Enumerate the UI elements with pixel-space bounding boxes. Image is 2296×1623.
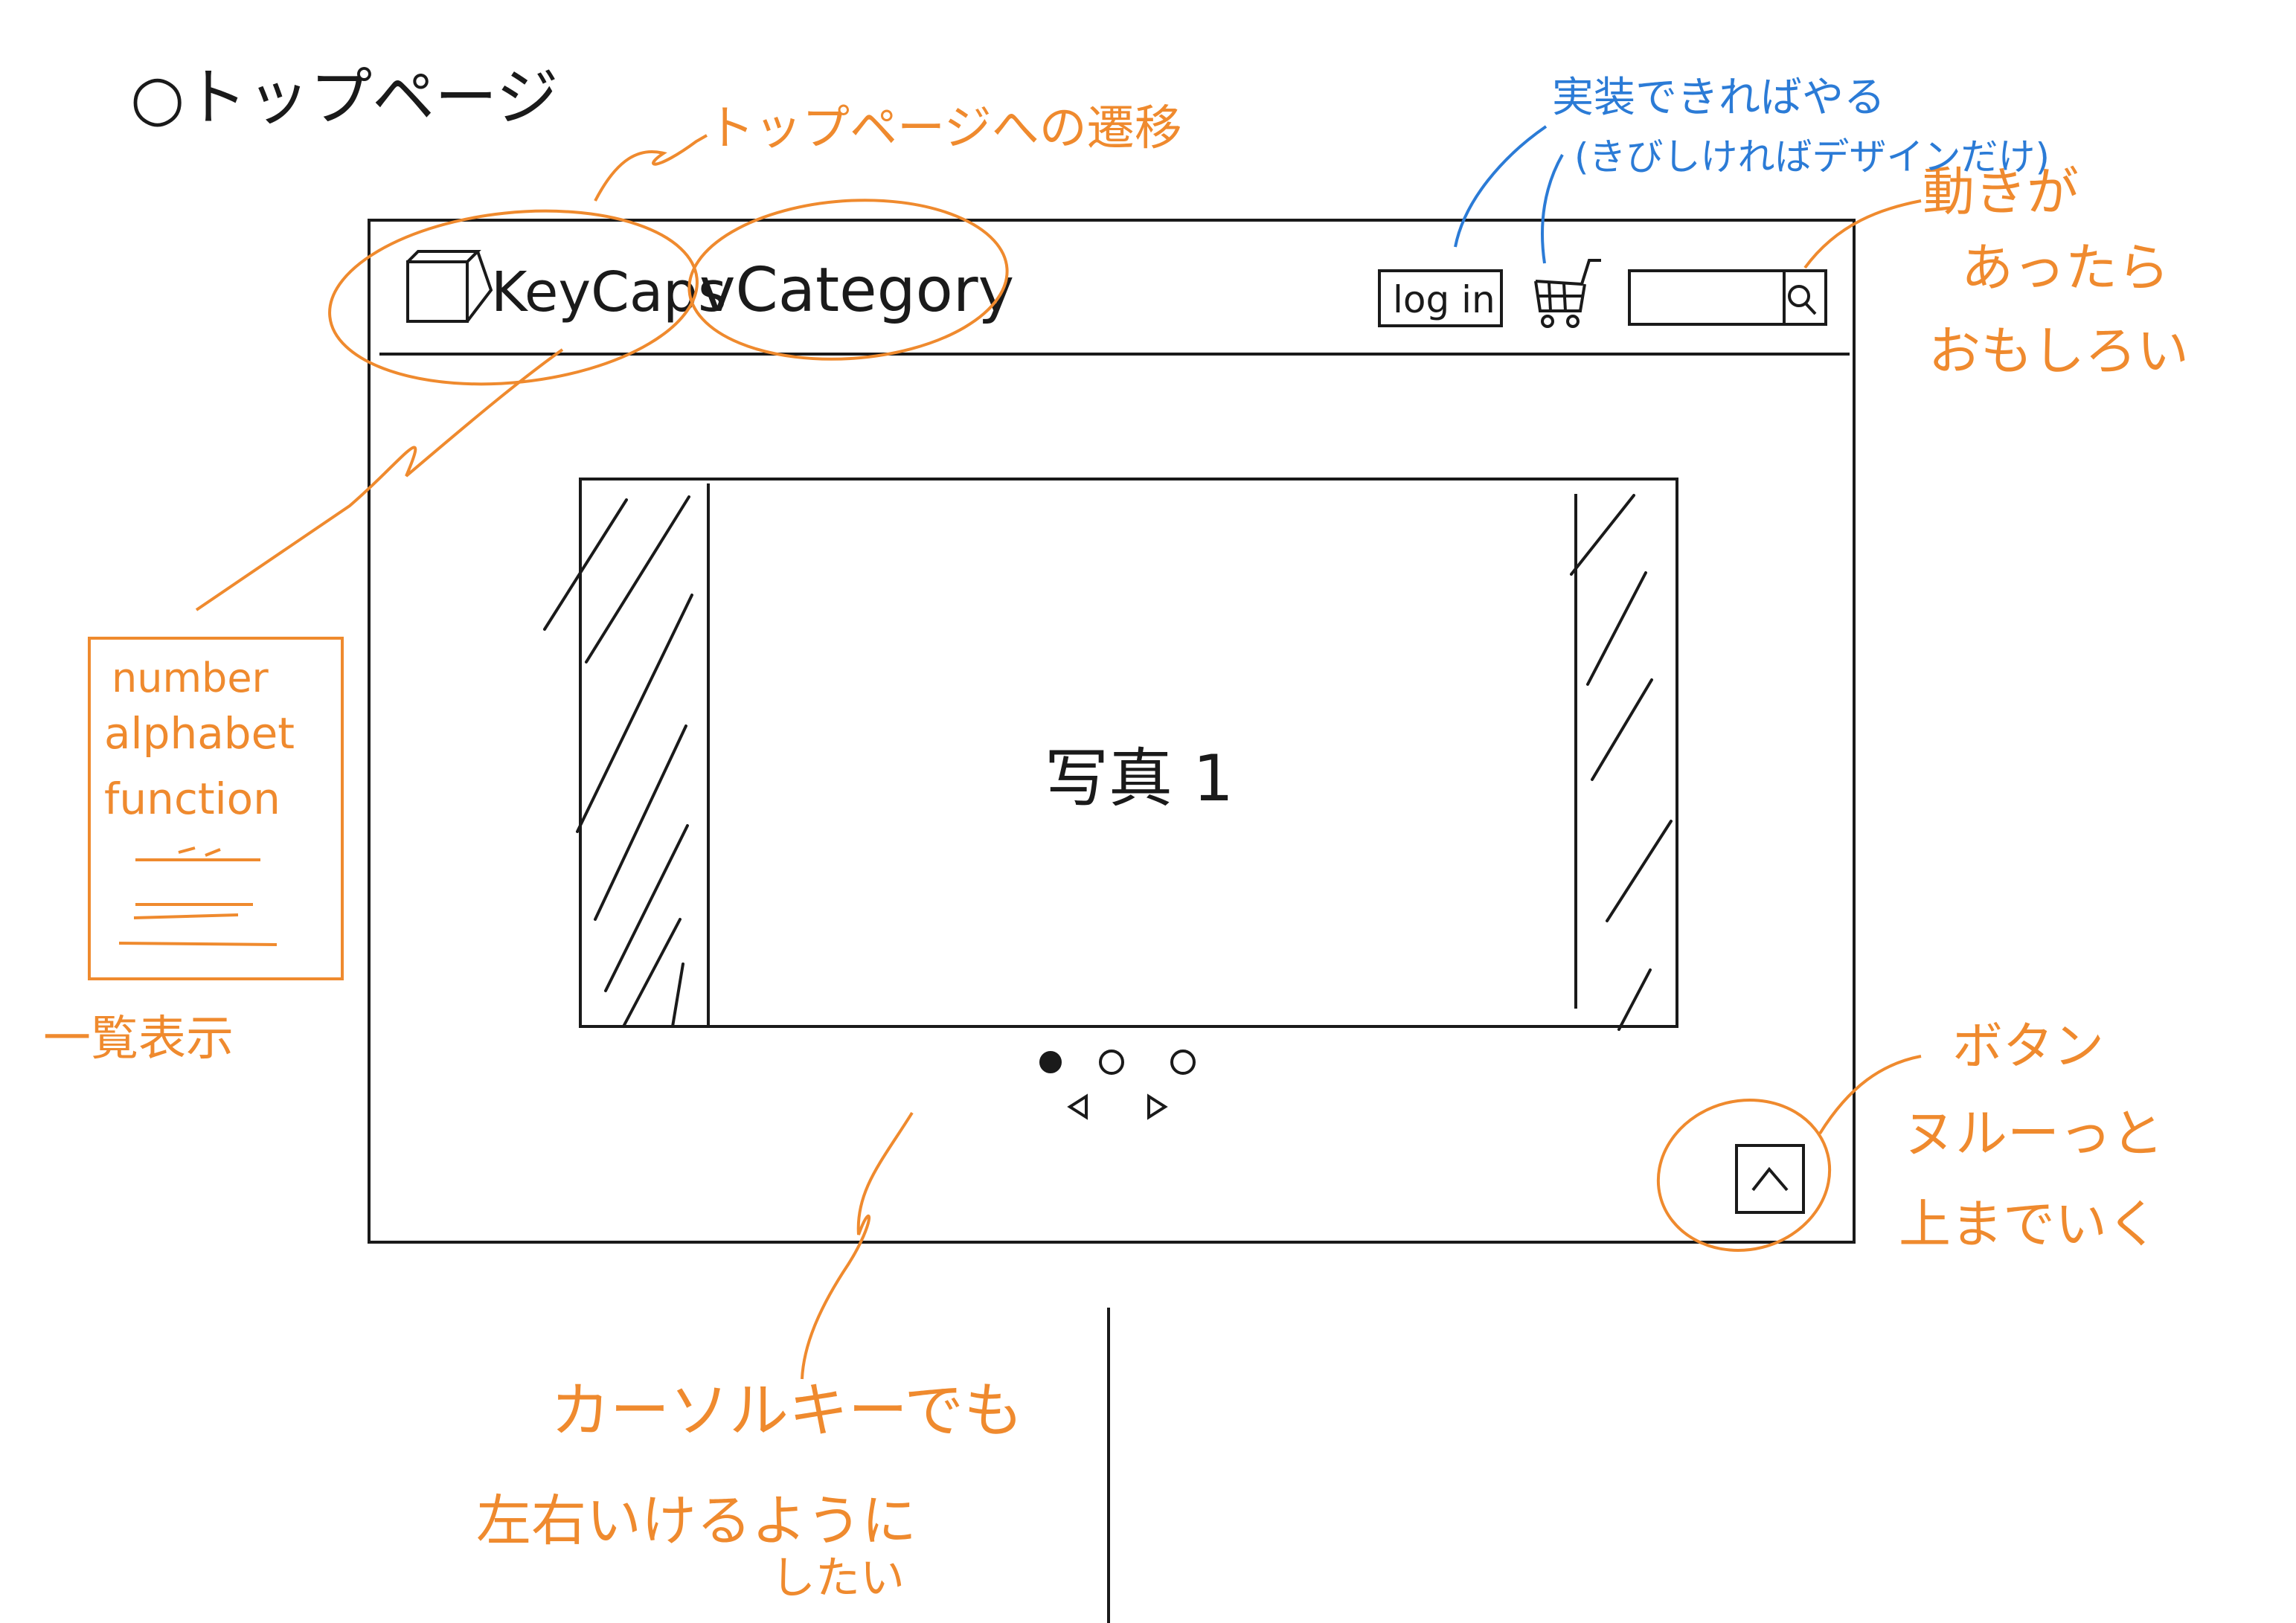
indicator-dot[interactable] bbox=[1170, 1050, 1196, 1075]
wireframe-sketch: ○トップページ KeyCaps vCategory log in 写真 1 トッ… bbox=[43, 61, 2189, 1623]
chevron-up-icon bbox=[1751, 1166, 1789, 1192]
note-button-line-1: ボタン bbox=[1952, 1018, 2104, 1076]
keycap-logo-icon bbox=[406, 250, 493, 323]
login-note-pointer bbox=[1454, 125, 1548, 248]
note-implement-if-possible: 実装できればやる bbox=[1552, 74, 1885, 122]
cart-icon[interactable] bbox=[1534, 259, 1601, 328]
search-icon[interactable] bbox=[1788, 285, 1817, 315]
page-heading: ○トップページ bbox=[130, 61, 559, 134]
note-animation-line-2: あったら bbox=[1961, 237, 2170, 298]
dropdown-more-items bbox=[118, 846, 278, 946]
dropdown-item-function: function bbox=[104, 774, 280, 824]
carousel-photo-label: 写真 1 bbox=[1045, 742, 1234, 816]
previous-slide-hatch bbox=[543, 495, 693, 1028]
note-cursor-line-2: 左右いけるように bbox=[476, 1489, 917, 1553]
dropdown-item-alphabet: alphabet bbox=[104, 708, 295, 759]
note-cursor-line-3: したい bbox=[771, 1552, 905, 1604]
top-nav-pointer bbox=[594, 134, 708, 202]
search-motion-pointer bbox=[1803, 199, 1922, 269]
carousel-next-arrow[interactable] bbox=[1147, 1093, 1168, 1120]
note-top-page-nav: トップページへの遷移 bbox=[707, 101, 1182, 156]
login-button-label: log in bbox=[1393, 278, 1495, 321]
next-slide-hatch bbox=[1570, 494, 1673, 1031]
indicator-dot[interactable] bbox=[1099, 1050, 1124, 1075]
note-button-line-2: ヌルーっと bbox=[1903, 1103, 2164, 1164]
scroll-top-highlight-ellipse bbox=[1656, 1098, 1832, 1253]
category-dropdown-pointer bbox=[195, 348, 564, 611]
carousel-prev-arrow[interactable] bbox=[1067, 1093, 1088, 1120]
logo-label[interactable]: KeyCaps bbox=[491, 260, 727, 324]
scroll-top-button[interactable] bbox=[1735, 1144, 1805, 1214]
note-button-line-3: 上までいく bbox=[1899, 1194, 2159, 1255]
indicator-dot-active[interactable] bbox=[1039, 1051, 1062, 1073]
search-input[interactable] bbox=[1628, 269, 1827, 326]
note-cursor-line-1: カーソルキーでも bbox=[551, 1376, 1023, 1445]
dropdown-item-number: number bbox=[112, 655, 269, 701]
note-list-display: 一覧表示 bbox=[43, 1012, 234, 1067]
cart-note-pointer bbox=[1541, 154, 1564, 264]
cursor-keys-pointer bbox=[801, 1111, 914, 1380]
browser-frame bbox=[368, 219, 1856, 1244]
note-design-only: (きびしければデザインだけ) bbox=[1574, 135, 2050, 179]
note-animation-line-3: おもしろい bbox=[1928, 321, 2189, 382]
carousel-indicators bbox=[1039, 1050, 1196, 1075]
category-menu-label[interactable]: vCategory bbox=[699, 255, 1014, 326]
